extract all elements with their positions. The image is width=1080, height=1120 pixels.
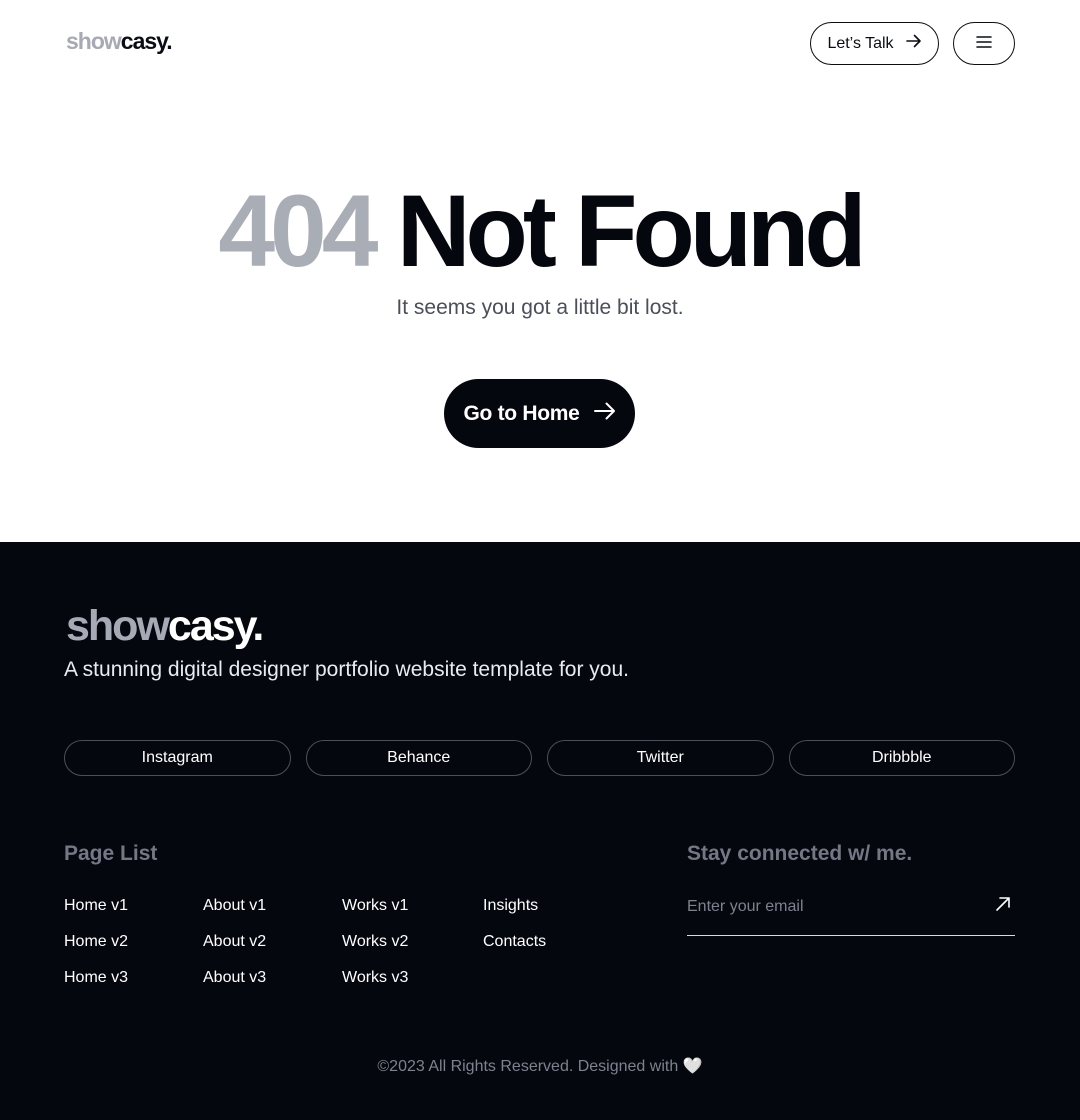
social-links: Instagram Behance Twitter Dribbble bbox=[64, 740, 1015, 776]
arrow-right-icon bbox=[905, 34, 922, 53]
lets-talk-label: Let’s Talk bbox=[827, 34, 894, 52]
page-link-home-v2[interactable]: Home v2 bbox=[64, 933, 128, 951]
page-link-about-v2[interactable]: About v2 bbox=[203, 933, 266, 951]
go-home-button[interactable]: Go to Home bbox=[444, 379, 635, 448]
copyright-text: ©2023 All Rights Reserved. Designed with… bbox=[0, 1056, 1080, 1076]
copyright-label: ©2023 All Rights Reserved. Designed with bbox=[377, 1058, 679, 1075]
social-behance-button[interactable]: Behance bbox=[305, 740, 532, 776]
site-footer: showcasy. A stunning digital designer po… bbox=[0, 542, 1080, 1120]
newsletter-title: Stay connected w/ me. bbox=[687, 842, 913, 865]
error-code: 404 bbox=[218, 174, 378, 288]
logo-light-part: show bbox=[66, 602, 170, 650]
site-logo[interactable]: showcasy. bbox=[66, 28, 173, 55]
page-link-works-v3[interactable]: Works v3 bbox=[342, 969, 408, 987]
logo-dark-part: casy. bbox=[167, 602, 264, 650]
email-submit-button[interactable] bbox=[993, 896, 1013, 916]
error-heading: 404 Not Found bbox=[0, 176, 1080, 286]
page-link-about-v3[interactable]: About v3 bbox=[203, 969, 266, 987]
social-instagram-button[interactable]: Instagram bbox=[64, 740, 291, 776]
lets-talk-button[interactable]: Let’s Talk bbox=[810, 22, 939, 65]
arrow-right-icon bbox=[593, 402, 616, 426]
page-link-insights[interactable]: Insights bbox=[483, 897, 538, 915]
go-home-label: Go to Home bbox=[463, 401, 580, 425]
footer-tagline: A stunning digital designer portfolio we… bbox=[64, 658, 630, 681]
menu-button[interactable] bbox=[953, 22, 1015, 65]
logo-light-part: show bbox=[66, 28, 122, 54]
page-link-works-v1[interactable]: Works v1 bbox=[342, 897, 408, 915]
email-input[interactable] bbox=[687, 890, 977, 924]
page-link-works-v2[interactable]: Works v2 bbox=[342, 933, 408, 951]
error-subtitle: It seems you got a little bit lost. bbox=[396, 296, 684, 319]
social-twitter-button[interactable]: Twitter bbox=[547, 740, 774, 776]
page-list-title: Page List bbox=[64, 842, 158, 865]
newsletter-form bbox=[687, 890, 1015, 936]
error-title: Not Found bbox=[396, 174, 867, 288]
footer-logo[interactable]: showcasy. bbox=[66, 602, 264, 651]
hamburger-icon bbox=[976, 35, 992, 53]
page-link-contacts[interactable]: Contacts bbox=[483, 933, 546, 951]
page-link-about-v1[interactable]: About v1 bbox=[203, 897, 266, 915]
page-link-home-v1[interactable]: Home v1 bbox=[64, 897, 128, 915]
heart-icon: 🤍 bbox=[682, 1058, 703, 1075]
site-header: showcasy. Let’s Talk bbox=[0, 0, 1080, 88]
page-link-home-v3[interactable]: Home v3 bbox=[64, 969, 128, 987]
arrow-up-right-icon bbox=[995, 896, 1011, 917]
logo-dark-part: casy. bbox=[120, 28, 173, 54]
social-dribbble-button[interactable]: Dribbble bbox=[788, 740, 1015, 776]
